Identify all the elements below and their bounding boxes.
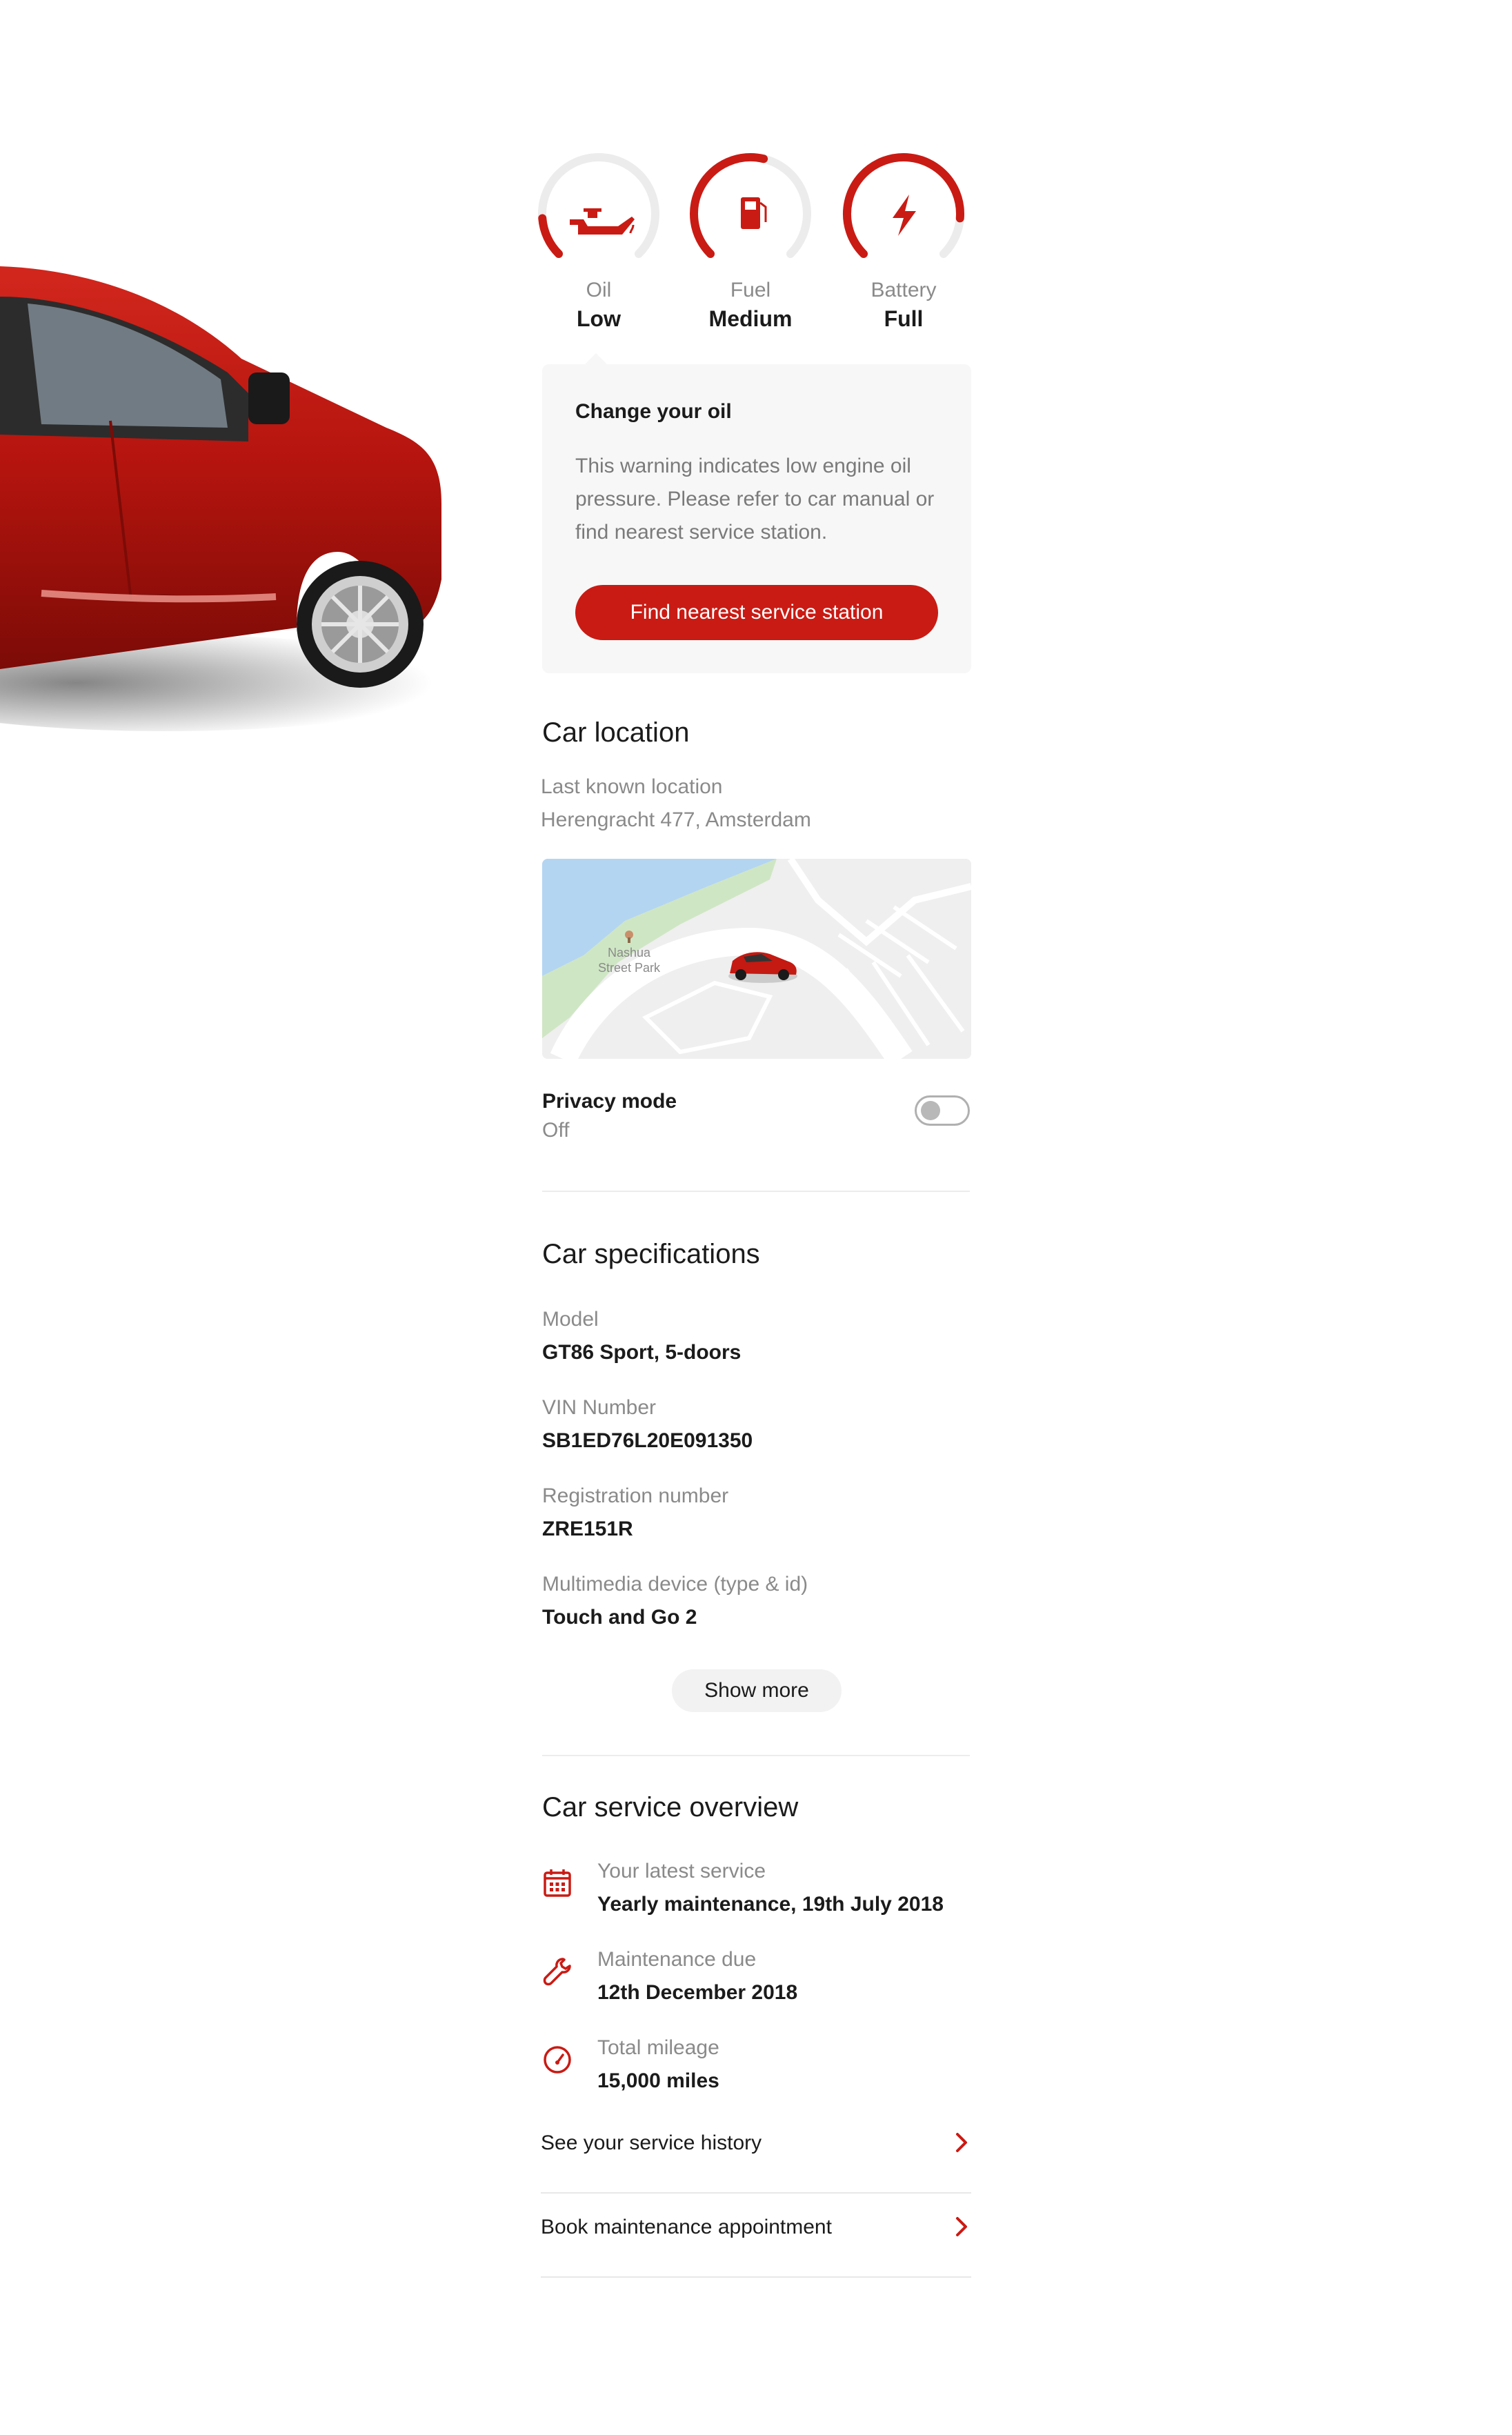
oil-gauge-track (538, 153, 659, 258)
oil-gauge (538, 153, 659, 258)
spec-value-model: GT86 Sport, 5-doors (542, 1341, 742, 1364)
chevron-right-icon (956, 2133, 967, 2152)
battery-gauge (843, 153, 964, 258)
fuel-pump-icon (741, 197, 767, 229)
service-history-label: See your service history (541, 2131, 762, 2154)
book-maintenance-link[interactable]: Book maintenance appointment (541, 2195, 971, 2278)
location-caption: Last known location (541, 775, 723, 798)
battery-label: Battery (871, 279, 937, 301)
chevron-right-icon (956, 2217, 967, 2236)
privacy-mode-label: Privacy mode (542, 1090, 677, 1113)
battery-value: Full (884, 306, 924, 331)
oil-gauge-fill (538, 214, 564, 258)
spec-label-multimedia: Multimedia device (type & id) (542, 1573, 808, 1596)
location-address: Herengracht 477, Amsterdam (541, 808, 811, 831)
lightning-bolt-icon (893, 195, 916, 236)
car-location-title: Car location (542, 717, 690, 748)
fuel-value: Medium (708, 306, 793, 331)
location-map[interactable]: Nashua Street Park (542, 859, 971, 1059)
car-specifications-title: Car specifications (542, 1239, 760, 1269)
latest-service-value: Yearly maintenance, 19th July 2018 (597, 1893, 944, 1916)
fuel-label: Fuel (730, 279, 771, 301)
latest-service-label: Your latest service (597, 1860, 766, 1882)
toggle-knob (921, 1101, 940, 1120)
show-more-button[interactable]: Show more (672, 1669, 842, 1712)
wrench-icon (543, 1958, 571, 1986)
map-park-label-1: Nashua (608, 946, 651, 960)
divider (542, 1191, 970, 1192)
warning-title: Change your oil (575, 400, 732, 423)
spec-label-registration: Registration number (542, 1484, 729, 1507)
find-service-station-button[interactable]: Find nearest service station (575, 585, 938, 640)
service-history-link[interactable]: See your service history (541, 2111, 971, 2194)
maintenance-due-label: Maintenance due (597, 1948, 757, 1971)
book-maintenance-label: Book maintenance appointment (541, 2216, 832, 2238)
total-mileage-label: Total mileage (597, 2036, 719, 2059)
oil-value: Low (577, 306, 621, 331)
fuel-gauge (690, 153, 811, 258)
maintenance-due-value: 12th December 2018 (597, 1981, 798, 2004)
oil-can-icon (570, 208, 635, 235)
map-graphic: Nashua Street Park (542, 859, 971, 1059)
oil-warning-card: Change your oil This warning indicates l… (542, 364, 971, 673)
spec-value-registration: ZRE151R (542, 1518, 633, 1540)
total-mileage-value: 15,000 miles (597, 2069, 719, 2092)
oil-label: Oil (586, 279, 612, 301)
privacy-mode-toggle[interactable] (915, 1095, 970, 1126)
warning-body: This warning indicates low engine oil pr… (575, 455, 935, 544)
map-park-label-2: Street Park (598, 961, 661, 975)
calendar-icon (544, 1869, 571, 1897)
divider (542, 1755, 970, 1756)
speedometer-icon (544, 2046, 571, 2074)
spec-value-multimedia: Touch and Go 2 (542, 1606, 697, 1629)
car-image (0, 266, 455, 731)
privacy-mode-state: Off (542, 1119, 570, 1142)
spec-label-model: Model (542, 1308, 599, 1331)
spec-value-vin: SB1ED76L20E091350 (542, 1429, 753, 1452)
spec-label-vin: VIN Number (542, 1396, 657, 1419)
car-service-overview-title: Car service overview (542, 1792, 799, 1822)
